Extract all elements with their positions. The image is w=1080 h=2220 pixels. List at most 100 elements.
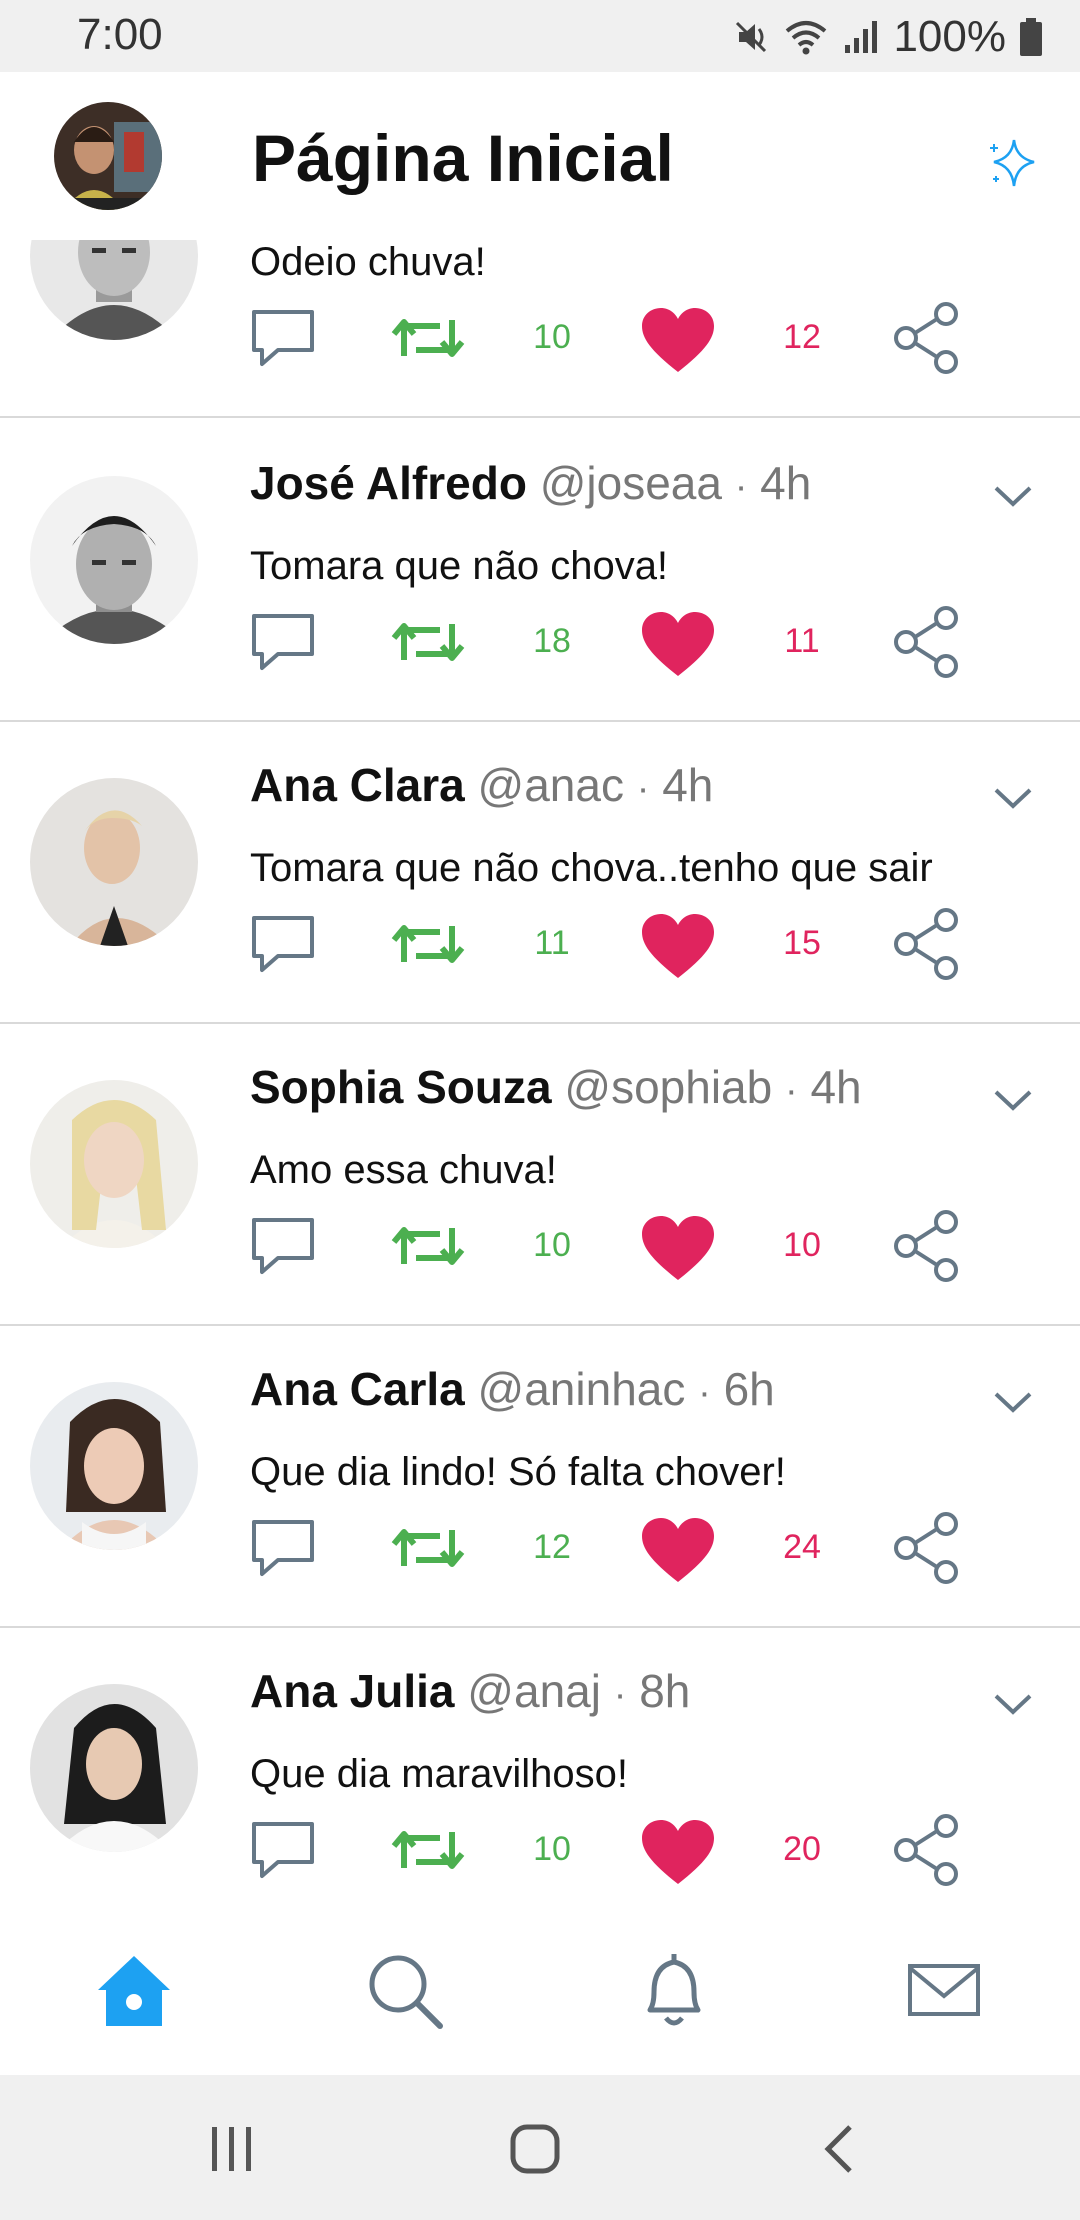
page-title: Página Inicial xyxy=(252,121,674,195)
share-icon[interactable] xyxy=(890,1510,964,1586)
home-circle-icon[interactable] xyxy=(505,2119,565,2179)
heart-icon[interactable] xyxy=(640,306,716,374)
reply-icon[interactable] xyxy=(248,306,318,370)
wifi-icon xyxy=(786,21,827,55)
screen: 7:00 100% Página Inicial Odeio chuva! 10… xyxy=(0,0,1080,2220)
retweet-icon[interactable] xyxy=(390,616,466,668)
like-count: 10 xyxy=(783,1226,821,1264)
tweet-time: 4h xyxy=(760,457,812,509)
bottom-navigation xyxy=(0,1910,1080,2075)
chevron-down-icon[interactable] xyxy=(990,480,1036,510)
share-icon[interactable] xyxy=(890,1812,964,1888)
retweet-icon[interactable] xyxy=(390,1220,466,1272)
author-handle[interactable]: @anac xyxy=(478,759,624,811)
tweet-time: 4h xyxy=(810,1061,862,1113)
share-icon[interactable] xyxy=(890,604,964,680)
author-name[interactable]: Ana Julia xyxy=(250,1665,455,1717)
profile-avatar[interactable] xyxy=(54,102,162,210)
chevron-down-icon[interactable] xyxy=(990,1084,1036,1114)
retweet-count: 10 xyxy=(533,318,571,356)
tweet-text: Que dia lindo! Só falta chover! xyxy=(250,1450,786,1494)
heart-icon[interactable] xyxy=(640,610,716,678)
like-count: 11 xyxy=(784,622,820,660)
author-handle[interactable]: @joseaa xyxy=(540,457,722,509)
tweet-header: Ana Carla @aninhac · 6h xyxy=(250,1362,775,1416)
battery-icon xyxy=(1020,18,1042,56)
sparkle-icon[interactable] xyxy=(984,136,1038,190)
recents-icon[interactable] xyxy=(202,2119,262,2179)
like-count: 20 xyxy=(783,1830,821,1868)
tweet-header: Sophia Souza @sophiab · 4h xyxy=(250,1060,862,1114)
share-icon[interactable] xyxy=(890,906,964,982)
retweet-count: 11 xyxy=(534,924,570,962)
back-icon[interactable] xyxy=(810,2119,870,2179)
tweet[interactable]: Ana Julia @anaj · 8h Que dia maravilhoso… xyxy=(0,1628,1080,1910)
author-name[interactable]: José Alfredo xyxy=(250,457,527,509)
home-icon[interactable] xyxy=(94,1950,174,2030)
retweet-icon[interactable] xyxy=(390,1824,466,1876)
tweet-time: 8h xyxy=(639,1665,691,1717)
bell-icon[interactable] xyxy=(634,1950,714,2030)
tweet-header: Ana Julia @anaj · 8h xyxy=(250,1664,690,1718)
tweet-actions: 11 15 xyxy=(0,906,1080,990)
tweet-text: Odeio chuva! xyxy=(250,240,486,284)
separator-dot: · xyxy=(698,1372,711,1414)
tweet[interactable]: Sophia Souza @sophiab · 4h Amo essa chuv… xyxy=(0,1024,1080,1326)
author-name[interactable]: Ana Clara xyxy=(250,759,465,811)
reply-icon[interactable] xyxy=(248,1214,318,1278)
like-count: 15 xyxy=(783,924,821,962)
tweet-actions: 10 12 xyxy=(0,300,1080,384)
tweet[interactable]: Odeio chuva! 10 12 xyxy=(0,240,1080,418)
heart-icon[interactable] xyxy=(640,1214,716,1282)
share-icon[interactable] xyxy=(890,1208,964,1284)
system-navigation-bar xyxy=(0,2075,1080,2220)
author-handle[interactable]: @sophiab xyxy=(564,1061,772,1113)
separator-dot: · xyxy=(613,1674,627,1716)
app-header: Página Inicial xyxy=(0,72,1080,240)
author-name[interactable]: Ana Carla xyxy=(250,1363,465,1415)
status-icons: 100% xyxy=(731,12,1044,62)
author-handle[interactable]: @anaj xyxy=(467,1665,601,1717)
tweet-actions: 18 11 xyxy=(0,604,1080,688)
chevron-down-icon[interactable] xyxy=(990,1688,1036,1718)
heart-icon[interactable] xyxy=(640,1516,716,1584)
status-bar: 7:00 100% xyxy=(0,0,1080,72)
retweet-icon[interactable] xyxy=(390,1522,466,1574)
search-icon[interactable] xyxy=(364,1950,444,2030)
tweet[interactable]: Ana Clara @anac · 4h Tomara que não chov… xyxy=(0,722,1080,1024)
reply-icon[interactable] xyxy=(248,1818,318,1882)
battery-percent: 100% xyxy=(893,12,1006,61)
tweet-text: Amo essa chuva! xyxy=(250,1148,557,1192)
chevron-down-icon[interactable] xyxy=(990,1386,1036,1416)
retweet-count: 10 xyxy=(533,1226,571,1264)
retweet-icon[interactable] xyxy=(390,312,466,364)
author-handle[interactable]: @aninhac xyxy=(478,1363,686,1415)
author-name[interactable]: Sophia Souza xyxy=(250,1061,552,1113)
tweet-text: Que dia maravilhoso! xyxy=(250,1752,628,1796)
like-count: 12 xyxy=(783,318,821,356)
tweet-actions: 10 10 xyxy=(0,1208,1080,1292)
reply-icon[interactable] xyxy=(248,610,318,674)
tweet[interactable]: José Alfredo @joseaa · 4h Tomara que não… xyxy=(0,420,1080,722)
retweet-count: 18 xyxy=(533,622,571,660)
separator-dot: · xyxy=(734,466,748,508)
tweet-time: 6h xyxy=(723,1363,775,1415)
tweet-header: José Alfredo @joseaa · 4h xyxy=(250,456,811,510)
reply-icon[interactable] xyxy=(248,912,318,976)
heart-icon[interactable] xyxy=(640,912,716,980)
reply-icon[interactable] xyxy=(248,1516,318,1580)
retweet-icon[interactable] xyxy=(390,918,466,970)
separator-dot: · xyxy=(785,1070,798,1112)
mail-icon[interactable] xyxy=(904,1950,984,2030)
like-count: 24 xyxy=(783,1528,821,1566)
mute-icon xyxy=(736,21,767,53)
heart-icon[interactable] xyxy=(640,1818,716,1886)
tweet-time: 4h xyxy=(662,759,714,811)
tweet-text: Tomara que não chova! xyxy=(250,544,669,588)
tweet[interactable]: Ana Carla @aninhac · 6h Que dia lindo! S… xyxy=(0,1326,1080,1628)
timeline-feed[interactable]: Odeio chuva! 10 12 José Alfredo @joseaa … xyxy=(0,240,1080,1910)
chevron-down-icon[interactable] xyxy=(990,782,1036,812)
tweet-actions: 10 20 xyxy=(0,1812,1080,1896)
share-icon[interactable] xyxy=(890,300,964,376)
tweet-header: Ana Clara @anac · 4h xyxy=(250,758,713,812)
